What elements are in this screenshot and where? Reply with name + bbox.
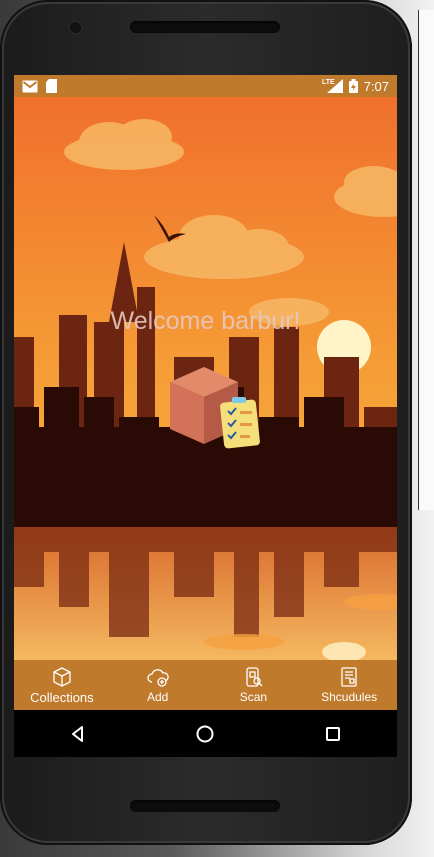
top-speaker [130,21,280,33]
city-sunset-background [14,97,397,660]
recents-square-icon [326,726,341,741]
phone-scan-icon [246,667,263,687]
back-button[interactable] [58,714,98,754]
nav-add-label: Add [146,690,169,704]
nav-scan[interactable]: Scan [206,660,302,710]
recents-button[interactable] [313,714,353,754]
home-circle-icon [196,725,214,742]
phone-frame: LTE 7:07 Welcome barbur! Collections Add… [0,0,412,845]
gmail-icon [22,80,38,92]
signal-icon [326,79,343,93]
sd-card-icon [46,79,57,93]
battery-charging-icon [348,79,358,93]
background-window-edge [418,10,434,510]
welcome-message: Welcome barbur! [110,307,301,335]
nav-schedules[interactable]: Shcudules [301,660,397,710]
cloud-add-icon [146,669,169,687]
front-camera [70,22,81,33]
phone-screen: LTE 7:07 Welcome barbur! Collections Add… [14,75,397,757]
nav-collections[interactable]: Collections [14,660,110,710]
nav-schedules-label: Shcudules [321,690,378,704]
back-triangle-icon [71,725,83,742]
status-bar: LTE 7:07 [14,75,397,97]
nav-add[interactable]: Add [110,660,206,710]
nav-scan-label: Scan [239,690,268,704]
system-navigation-bar [14,710,397,757]
bottom-speaker [130,800,280,812]
checklist-clipboard-icon [220,397,260,449]
bottom-navigation: Collections Add Scan Shcudules [14,660,397,710]
collections-box-icon [53,666,71,687]
status-time: 7:07 [363,78,389,94]
schedule-document-icon [341,667,357,687]
nav-collections-label: Collections [30,689,94,705]
home-button[interactable] [185,714,225,754]
